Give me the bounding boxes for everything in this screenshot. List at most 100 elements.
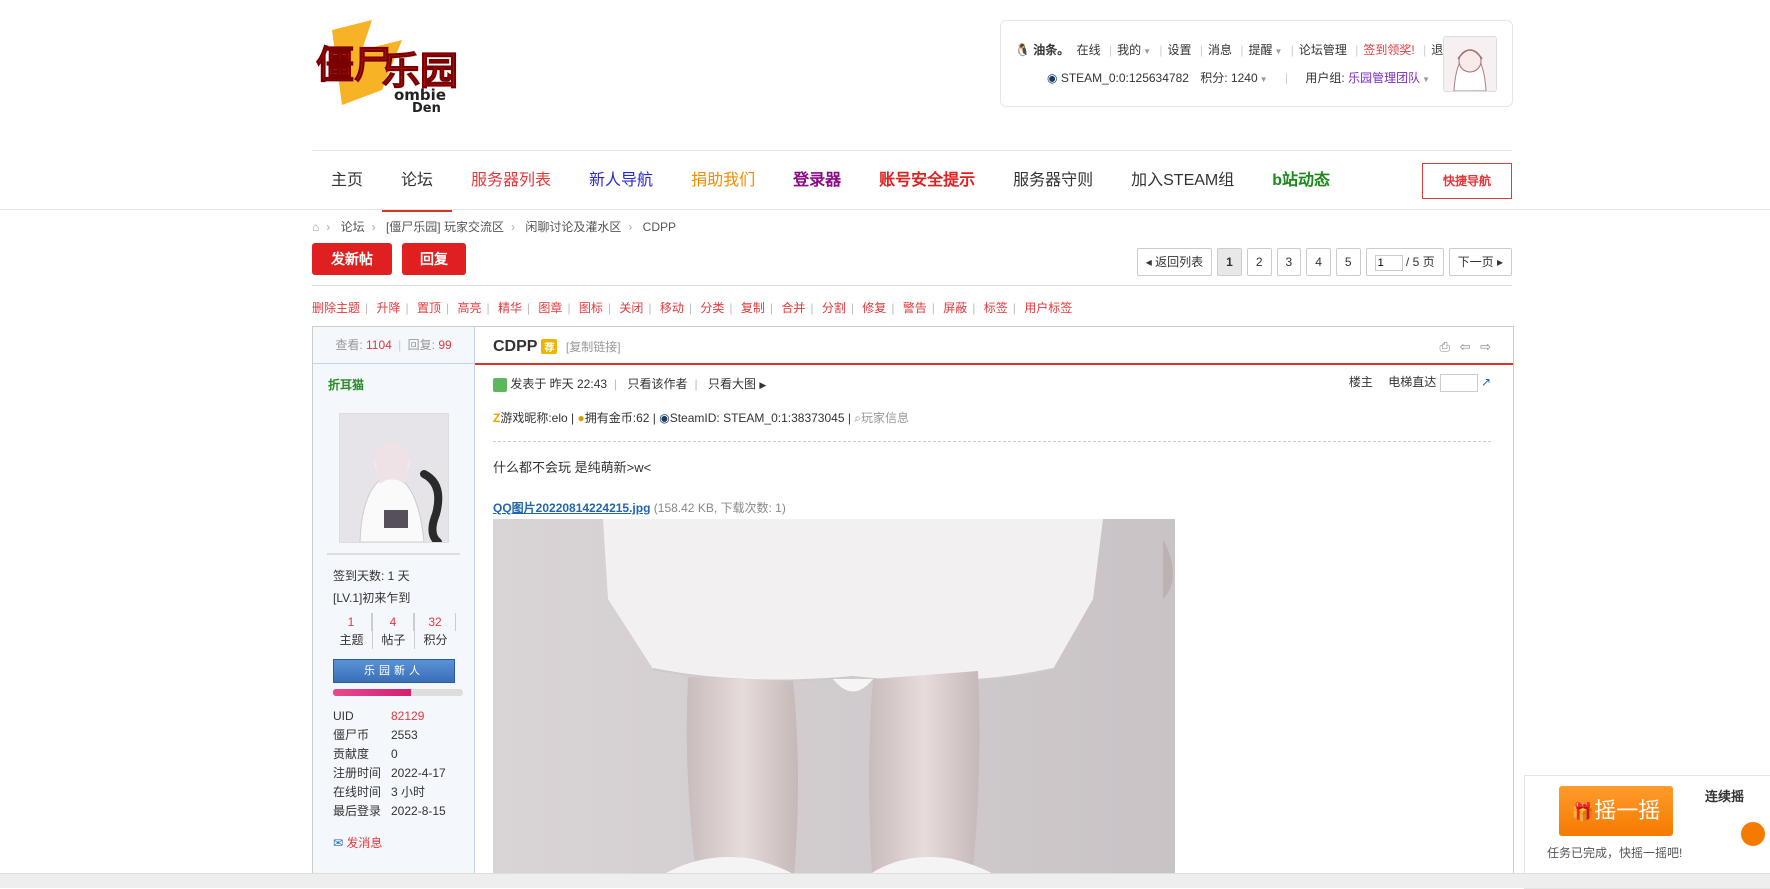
prev-thread-icon[interactable]: ⇦ <box>1460 339 1471 354</box>
medal-badge[interactable]: 乐园新人 <box>333 659 455 683</box>
print-icon[interactable]: ⎙ <box>1440 339 1450 354</box>
nav-home[interactable]: 主页 <box>312 151 382 211</box>
mod-split[interactable]: 分割 <box>822 301 846 315</box>
shake-button[interactable]: 🎁摇一摇 <box>1559 786 1673 836</box>
uid-value[interactable]: 82129 <box>391 706 446 725</box>
arrow-left-icon: ◂ <box>1145 255 1152 269</box>
mod-close[interactable]: 关闭 <box>619 301 643 315</box>
shake-widget: 🎁摇一摇 任务已完成，快摇一摇吧! 连续摇 <box>1524 775 1770 889</box>
nav-bilibili[interactable]: b站动态 <box>1253 151 1349 211</box>
points[interactable]: 积分: 1240 <box>1200 71 1257 85</box>
link-checkin[interactable]: 签到领奖! <box>1363 43 1414 57</box>
user-group[interactable]: 乐园管理团队 <box>1348 71 1420 85</box>
mod-digest[interactable]: 精华 <box>498 301 522 315</box>
post-container: 查看: 1104 | 回复: 99 折耳猫 签到天数: 1 天 [LV.1]初来… <box>312 326 1514 888</box>
gift-icon: 🎁 <box>1571 802 1595 822</box>
consecutive-shake-title: 连续摇 <box>1705 789 1745 804</box>
main-nav: 主页 论坛 服务器列表 新人导航 捐助我们 登录器 账号安全提示 服务器守则 加… <box>312 150 1512 212</box>
nav-server-list[interactable]: 服务器列表 <box>452 151 570 211</box>
author-sidebar: 查看: 1104 | 回复: 99 折耳猫 签到天数: 1 天 [LV.1]初来… <box>313 327 475 888</box>
mod-bump[interactable]: 升降 <box>376 301 400 315</box>
nav-forum[interactable]: 论坛 <box>382 151 453 212</box>
player-info: Z游戏昵称:elo | ●拥有金币:62 | ◉SteamID: STEAM_0… <box>493 411 910 425</box>
floor-jump-input[interactable] <box>1439 373 1478 392</box>
page-5[interactable]: 5 <box>1335 248 1361 276</box>
next-page-button[interactable]: 下一页 ▸ <box>1448 248 1512 276</box>
copy-link[interactable]: [复制链接] <box>566 340 621 354</box>
send-message-button[interactable]: ✉ 发消息 <box>313 820 474 851</box>
nav-server-rules[interactable]: 服务器守则 <box>994 151 1112 211</box>
mod-delete[interactable]: 删除主题 <box>312 301 360 315</box>
mod-merge[interactable]: 合并 <box>781 301 805 315</box>
nav-account-security[interactable]: 账号安全提示 <box>860 151 994 211</box>
crumb-thread[interactable]: CDPP <box>643 220 676 234</box>
author-level[interactable]: [LV.1]初来乍到 <box>313 587 474 609</box>
crumb-forum[interactable]: 论坛 <box>341 220 365 234</box>
page-1[interactable]: 1 <box>1217 248 1242 276</box>
svg-text:Den: Den <box>412 101 441 112</box>
mod-tag[interactable]: 标签 <box>984 301 1008 315</box>
player-info-link[interactable]: 玩家信息 <box>861 411 909 425</box>
mod-sticky[interactable]: 置顶 <box>417 301 441 315</box>
mod-move[interactable]: 移动 <box>660 301 684 315</box>
mod-repair[interactable]: 修复 <box>862 301 886 315</box>
author-name[interactable]: 折耳猫 <box>313 364 474 393</box>
page-2[interactable]: 2 <box>1246 248 1272 276</box>
mod-copy[interactable]: 复制 <box>741 301 765 315</box>
game-coins: 拥有金币:62 <box>584 411 650 425</box>
jump-go-icon[interactable]: ↗ <box>1481 375 1491 389</box>
mod-stamp[interactable]: 图章 <box>538 301 562 315</box>
nav-donate[interactable]: 捐助我们 <box>672 151 774 211</box>
mod-user-tag[interactable]: 用户标签 <box>1024 301 1072 315</box>
stat-threads[interactable]: 1 主题 <box>331 613 373 649</box>
link-messages[interactable]: 消息 <box>1208 43 1232 57</box>
group-label: 用户组: <box>1305 71 1345 85</box>
crumb-section[interactable]: [僵尸乐园] 玩家交流区 <box>386 220 504 234</box>
big-image-link[interactable]: 只看大图 <box>708 377 756 391</box>
stat-points[interactable]: 32 积分 <box>415 613 456 649</box>
nav-launcher[interactable]: 登录器 <box>774 151 860 211</box>
page-jump-input[interactable] <box>1374 255 1403 271</box>
coins-value: 2553 <box>391 727 418 742</box>
mod-block[interactable]: 屏蔽 <box>943 301 967 315</box>
nav-steam-group[interactable]: 加入STEAM组 <box>1112 151 1253 211</box>
crumb-board[interactable]: 闲聊讨论及灌水区 <box>525 220 621 234</box>
author-avatar[interactable] <box>338 413 449 543</box>
only-author-link[interactable]: 只看该作者 <box>628 377 688 391</box>
post-time: 发表于 昨天 22:43 <box>510 377 608 391</box>
link-settings[interactable]: 设置 <box>1168 43 1192 57</box>
online-time: 3 小时 <box>391 785 426 799</box>
new-thread-button[interactable]: 发新帖 <box>312 243 392 275</box>
nav-newbie-guide[interactable]: 新人导航 <box>570 151 672 211</box>
attached-photo[interactable] <box>493 519 1175 888</box>
post-content: 什么都不会玩 是纯萌新>w< <box>493 460 652 475</box>
dashed-divider <box>493 441 1491 442</box>
mod-highlight[interactable]: 高亮 <box>457 301 481 315</box>
next-thread-icon[interactable]: ⇨ <box>1480 339 1491 354</box>
thread-stats: 查看: 1104 | 回复: 99 <box>313 327 474 364</box>
envelope-icon: ✉ <box>333 836 344 850</box>
breadcrumb: ⌂ › 论坛 › [僵尸乐园] 玩家交流区 › 闲聊讨论及灌水区 › CDPP <box>312 220 677 234</box>
user-avatar[interactable] <box>1443 36 1497 92</box>
page-3[interactable]: 3 <box>1276 248 1302 276</box>
stat-posts[interactable]: 4 帖子 <box>373 613 415 649</box>
page-4[interactable]: 4 <box>1306 248 1331 276</box>
link-forum-admin[interactable]: 论坛管理 <box>1299 43 1347 57</box>
bottom-bar <box>0 873 1770 888</box>
register-date: 2022-4-17 <box>391 765 446 780</box>
checkin-days: 签到天数: 1 天 <box>333 569 410 583</box>
arrow-right-icon: ▸ <box>1496 255 1503 269</box>
home-icon[interactable]: ⌂ <box>312 220 319 234</box>
link-mine[interactable]: 我的 <box>1117 43 1141 57</box>
site-logo[interactable]: 僵尸 乐园 ombie Den <box>312 20 472 116</box>
online-status[interactable]: 在线 <box>1077 43 1101 57</box>
quick-nav-button[interactable]: 快捷导航 <box>1422 163 1512 199</box>
mod-category[interactable]: 分类 <box>700 301 724 315</box>
mod-icon[interactable]: 图标 <box>579 301 603 315</box>
back-to-list-button[interactable]: ◂ 返回列表 <box>1136 248 1213 276</box>
reply-button[interactable]: 回复 <box>402 243 466 275</box>
username[interactable]: 油条。 <box>1033 43 1069 57</box>
link-reminders[interactable]: 提醒 <box>1249 43 1273 57</box>
mod-warn[interactable]: 警告 <box>903 301 927 315</box>
attachment-link[interactable]: QQ图片20220814224215.jpg <box>493 501 650 515</box>
